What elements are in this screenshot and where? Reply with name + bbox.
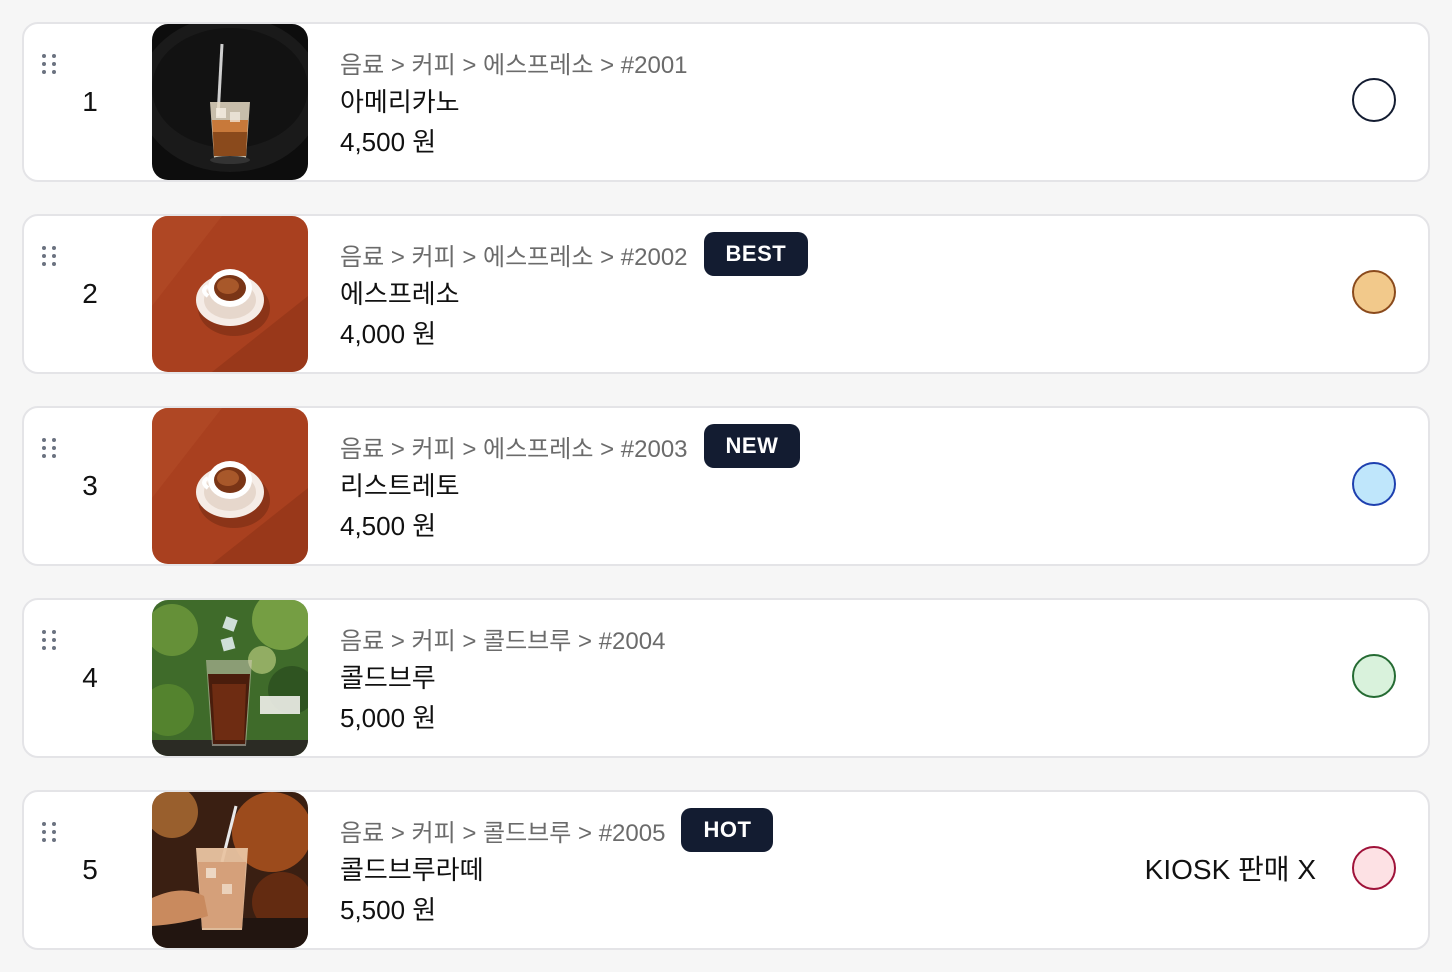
item-order-number: 2 bbox=[82, 278, 98, 309]
breadcrumb-row: 음료 > 커피 > 콜드브루 > #2005 HOT bbox=[340, 808, 774, 852]
color-indicator[interactable] bbox=[1352, 462, 1396, 506]
drag-handle-icon[interactable] bbox=[42, 246, 56, 266]
menu-item-list: 1 음료 > 커피 > 에스프레소 > #2001 아메리카노 4,500 원 bbox=[22, 22, 1430, 950]
item-order-number: 1 bbox=[82, 86, 98, 117]
menu-item-card[interactable]: 1 음료 > 커피 > 에스프레소 > #2001 아메리카노 4,500 원 bbox=[22, 22, 1430, 182]
breadcrumb-row: 음료 > 커피 > 에스프레소 > #2001 bbox=[340, 44, 688, 80]
menu-item-card[interactable]: 2 음료 > 커피 > 에스프레소 > #2002 BEST 에스프레소 4,0… bbox=[22, 214, 1430, 374]
item-price: 4,500 원 bbox=[340, 511, 437, 541]
color-indicator[interactable] bbox=[1352, 78, 1396, 122]
item-info: 음료 > 커피 > 에스프레소 > #2003 NEW 리스트레토 4,500 … bbox=[340, 424, 801, 544]
item-order-number: 4 bbox=[82, 662, 98, 693]
color-indicator[interactable] bbox=[1352, 846, 1396, 890]
breadcrumb-row: 음료 > 커피 > 에스프레소 > #2002 BEST bbox=[340, 232, 809, 276]
espresso-cup-photo bbox=[152, 408, 308, 564]
status-badge: NEW bbox=[703, 424, 801, 468]
menu-item-card[interactable]: 5 음료 > 커피 > 콜드브루 > #2005 HOT 콜드브루라떼 5,50… bbox=[22, 790, 1430, 950]
item-info: 음료 > 커피 > 에스프레소 > #2001 아메리카노 4,500 원 bbox=[340, 44, 688, 160]
drag-handle-icon[interactable] bbox=[42, 438, 56, 458]
breadcrumb-row: 음료 > 커피 > 콜드브루 > #2004 bbox=[340, 620, 665, 656]
breadcrumb: 음료 > 커피 > 에스프레소 > #2002 bbox=[340, 243, 688, 271]
item-name: 에스프레소 bbox=[340, 279, 460, 309]
breadcrumb: 음료 > 커피 > 에스프레소 > #2003 bbox=[340, 435, 688, 463]
color-indicator[interactable] bbox=[1352, 654, 1396, 698]
menu-item-card[interactable]: 4 음료 > 커피 > 콜드브루 > #2004 콜드브루 5,000 원 bbox=[22, 598, 1430, 758]
item-price: 5,500 원 bbox=[340, 895, 437, 925]
drag-handle-icon[interactable] bbox=[42, 630, 56, 650]
cold-brew-glass-photo bbox=[152, 600, 308, 756]
item-name: 콜드브루 bbox=[340, 663, 436, 693]
item-info: 음료 > 커피 > 에스프레소 > #2002 BEST 에스프레소 4,000… bbox=[340, 232, 809, 352]
drag-handle-icon[interactable] bbox=[42, 54, 56, 74]
breadcrumb: 음료 > 커피 > 콜드브루 > #2005 bbox=[340, 819, 666, 847]
item-price: 4,500 원 bbox=[340, 127, 437, 157]
drag-handle-icon[interactable] bbox=[42, 822, 56, 842]
item-name: 아메리카노 bbox=[340, 87, 460, 117]
kiosk-not-sold-label: KIOSK 판매 X bbox=[1144, 854, 1316, 885]
espresso-cup-photo bbox=[152, 216, 308, 372]
iced-americano-photo bbox=[152, 24, 308, 180]
breadcrumb-row: 음료 > 커피 > 에스프레소 > #2003 NEW bbox=[340, 424, 801, 468]
item-name: 리스트레토 bbox=[340, 471, 460, 501]
item-name: 콜드브루라떼 bbox=[340, 855, 484, 885]
item-order-number: 5 bbox=[82, 854, 98, 885]
item-price: 4,000 원 bbox=[340, 319, 437, 349]
item-info: 음료 > 커피 > 콜드브루 > #2005 HOT 콜드브루라떼 5,500 … bbox=[340, 808, 774, 928]
cold-brew-latte-photo bbox=[152, 792, 308, 948]
status-badge: HOT bbox=[681, 808, 774, 852]
color-indicator[interactable] bbox=[1352, 270, 1396, 314]
item-info: 음료 > 커피 > 콜드브루 > #2004 콜드브루 5,000 원 bbox=[340, 620, 665, 736]
status-badge: BEST bbox=[703, 232, 809, 276]
breadcrumb: 음료 > 커피 > 콜드브루 > #2004 bbox=[340, 627, 666, 655]
item-price: 5,000 원 bbox=[340, 703, 437, 733]
breadcrumb: 음료 > 커피 > 에스프레소 > #2001 bbox=[340, 51, 688, 79]
item-order-number: 3 bbox=[82, 470, 98, 501]
menu-item-card[interactable]: 3 음료 > 커피 > 에스프레소 > #2003 NEW 리스트레토 4,50… bbox=[22, 406, 1430, 566]
